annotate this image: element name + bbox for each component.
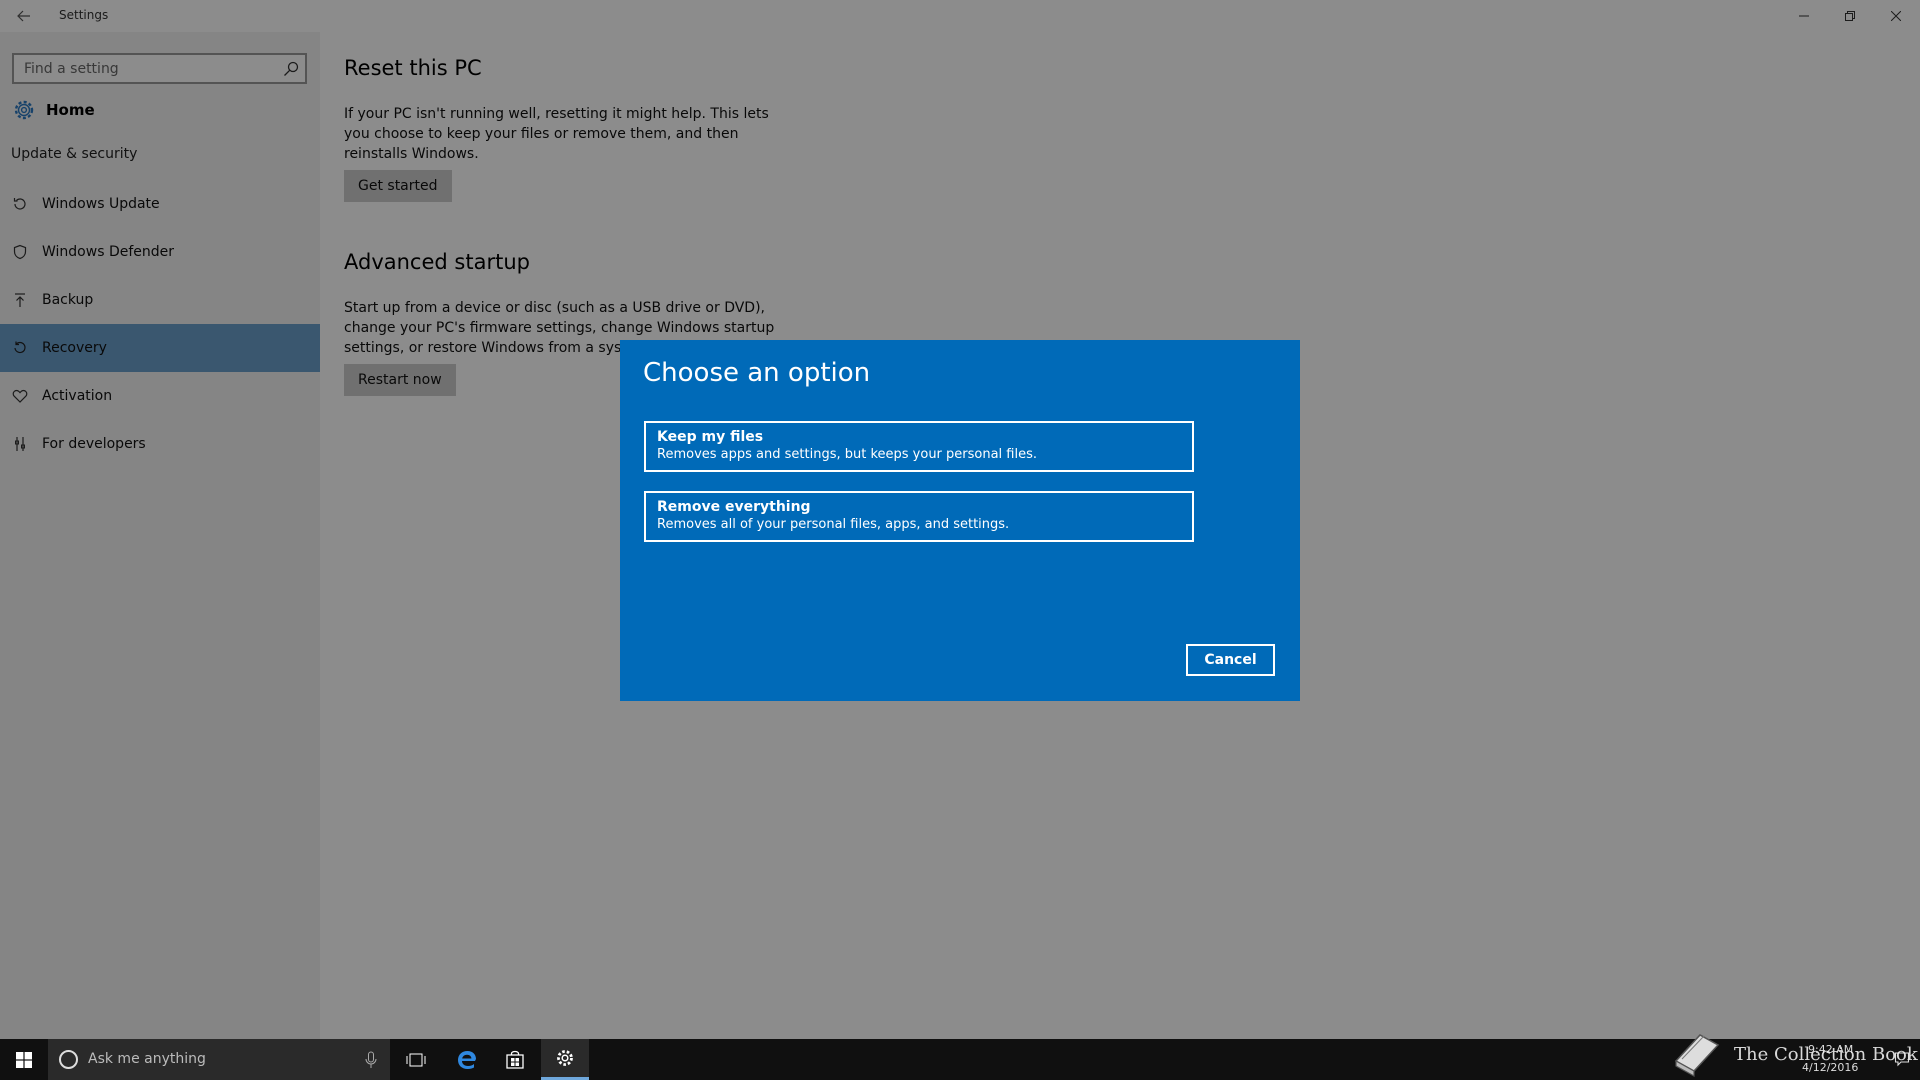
- choose-option-dialog: Choose an option Keep my files Removes a…: [620, 340, 1300, 701]
- store-button[interactable]: [491, 1039, 539, 1080]
- option-description: Removes apps and settings, but keeps you…: [657, 447, 1038, 462]
- remove-everything-option[interactable]: Remove everything Removes all of your pe…: [644, 491, 1194, 542]
- task-view-button[interactable]: [392, 1039, 440, 1080]
- book-logo-icon: [1674, 1034, 1720, 1077]
- windows-logo-icon: [16, 1051, 32, 1068]
- edge-browser-icon: [458, 1050, 476, 1069]
- task-view-icon: [406, 1053, 426, 1066]
- cortana-search-box[interactable]: Ask me anything: [48, 1039, 390, 1080]
- microphone-icon[interactable]: [364, 1050, 378, 1070]
- start-button[interactable]: [0, 1039, 48, 1080]
- cancel-button[interactable]: Cancel: [1186, 644, 1275, 676]
- dialog-title: Choose an option: [643, 358, 871, 388]
- watermark-text: The Collection Book: [1734, 1043, 1918, 1065]
- gear-icon: [557, 1050, 573, 1066]
- store-bag-icon: [506, 1050, 524, 1069]
- cortana-placeholder: Ask me anything: [88, 1051, 206, 1067]
- watermark: The Collection Book: [1670, 1030, 1918, 1078]
- option-title: Keep my files: [657, 429, 764, 445]
- settings-taskbar-button[interactable]: [541, 1039, 589, 1080]
- edge-button[interactable]: [443, 1039, 491, 1080]
- option-title: Remove everything: [657, 499, 811, 515]
- option-description: Removes all of your personal files, apps…: [657, 517, 1010, 532]
- taskbar: Ask me anything 9:42 AM 4/12/2016: [0, 1039, 1920, 1080]
- cortana-icon: [59, 1050, 78, 1069]
- keep-my-files-option[interactable]: Keep my files Removes apps and settings,…: [644, 421, 1194, 472]
